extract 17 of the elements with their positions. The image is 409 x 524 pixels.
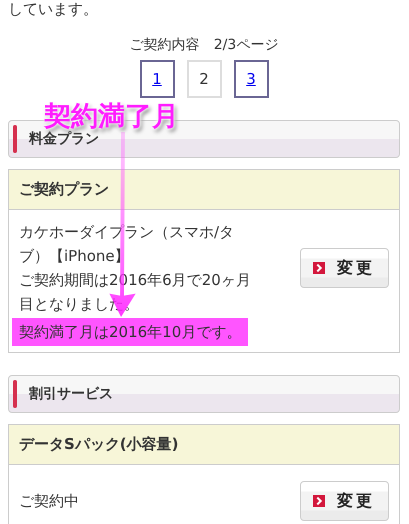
annotation-label: 契約満了月 xyxy=(44,102,179,131)
accent-bar xyxy=(13,125,17,153)
card-title: データSパック(小容量) xyxy=(9,425,399,465)
card-title: ご契約プラン xyxy=(9,170,399,210)
detail-text: ご契約中 xyxy=(19,491,80,512)
change-button[interactable]: 変更 xyxy=(300,481,389,521)
page-link[interactable]: 1 xyxy=(140,60,174,98)
change-button[interactable]: 変更 xyxy=(300,248,389,288)
section-title: 割引サービス xyxy=(29,385,113,403)
pager-label: ご契約内容 2/3ページ xyxy=(130,36,278,54)
page-link[interactable]: 3 xyxy=(234,60,268,98)
accent-bar xyxy=(13,380,17,408)
intro-text: しています。 xyxy=(8,0,99,18)
section-title: 料金プラン xyxy=(29,130,99,148)
chevron-icon xyxy=(313,495,325,507)
chevron-icon xyxy=(313,262,325,274)
highlighted-text: 契約満了月は2016年10月です。 xyxy=(12,318,248,346)
